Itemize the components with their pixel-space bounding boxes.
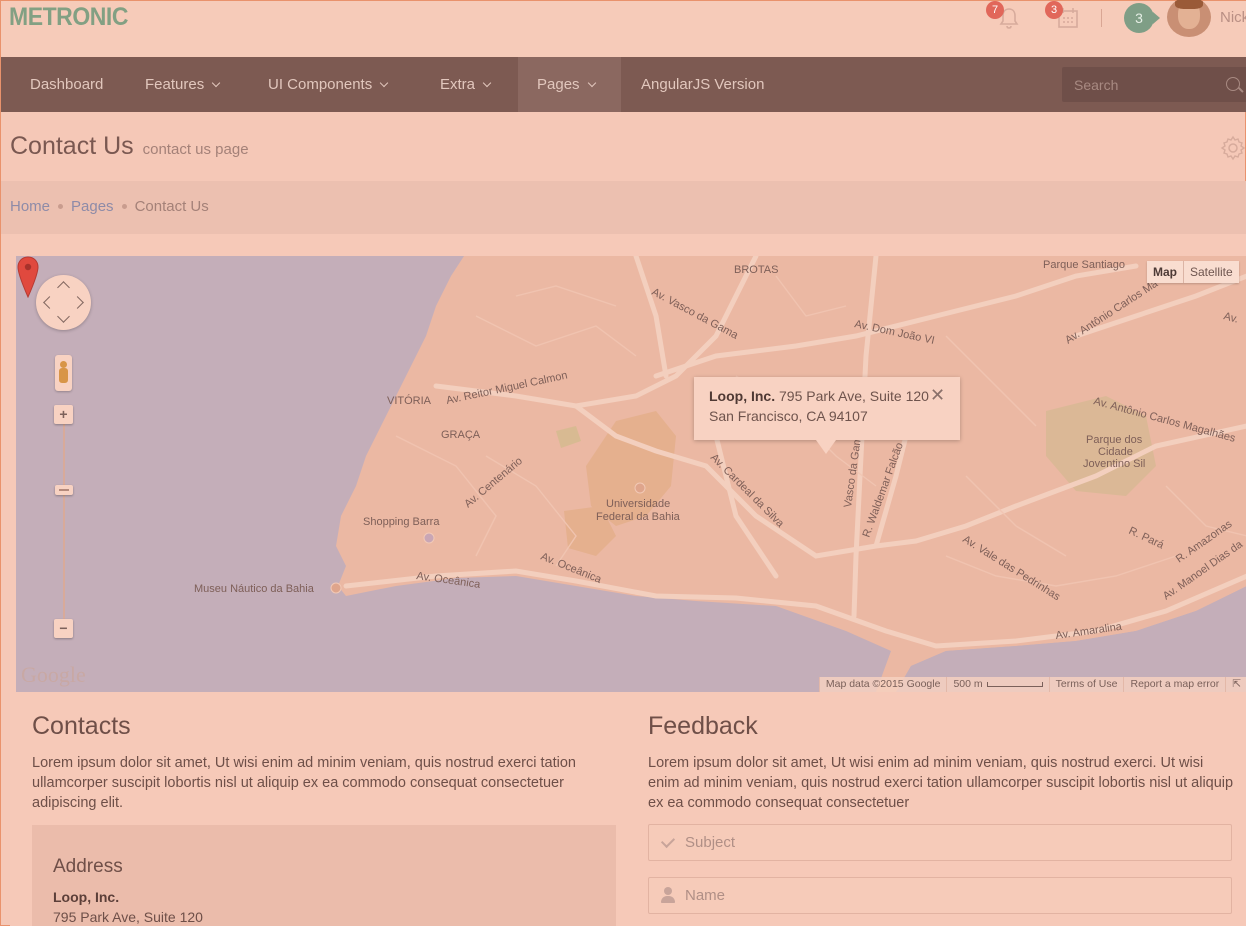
map-label-museu: Museu Náutico da Bahia [194,583,315,595]
zoom-slider-handle[interactable] [55,485,73,495]
map-data-text: Map data ©2015 Google [818,677,947,692]
user-icon [661,887,675,904]
feedback-text: Lorem ipsum dolor sit amet, Ut wisi enim… [648,755,1234,811]
nav-item-extra[interactable]: Extra [440,57,492,112]
search-input[interactable] [1062,67,1212,102]
close-icon[interactable]: ✕ [930,385,945,405]
info-address-line1: 795 Park Ave, Suite 120 [779,388,929,404]
info-company: Loop, Inc. [709,388,776,404]
map-label-parque-santiago: Parque Santiago [1043,259,1125,271]
nav-item-ui-components[interactable]: UI Components [268,57,389,112]
map-label-parque-1: Parque dos [1086,434,1143,446]
map-attribution: Map data ©2015 Google 500 m Terms of Use… [818,677,1246,692]
subject-input[interactable] [685,825,1225,860]
page-title-text: Contact Us [10,132,134,160]
messages-badge[interactable]: 3 [1124,3,1160,33]
map-scale-label: 500 m [953,678,983,690]
map-label-vitoria: VITÓRIA [387,394,432,407]
main-navbar: Dashboard Features UI Components Extra P… [1,57,1246,112]
subject-field-group [648,824,1232,861]
nav-label: AngularJS Version [641,76,765,93]
google-logo: Google [21,662,86,687]
map-label-universidade-1: Universidade [606,498,670,510]
contacts-title: Contacts [32,712,131,740]
breadcrumb-separator [58,204,64,209]
pan-down-icon[interactable] [57,310,70,323]
breadcrumb-pages[interactable]: Pages [71,198,114,215]
breadcrumb: Home Pages Contact Us [10,198,209,215]
map-label-universidade-2: Federal da Bahia [596,511,681,523]
map-label-parque-3: Joventino Sil [1083,458,1145,470]
name-field-group [648,877,1232,914]
nav-label: UI Components [268,76,373,93]
map-label-brotas: BROTAS [734,264,778,276]
avatar-hair [1175,0,1203,9]
calendar-badge: 3 [1045,1,1063,19]
pegman-icon[interactable] [55,355,72,391]
avatar[interactable] [1167,0,1211,37]
address-title: Address [53,856,123,877]
map-marker-icon[interactable] [16,256,40,298]
info-address-line2: San Francisco, CA 94107 [709,408,868,424]
report-error-link[interactable]: Report a map error [1123,677,1225,692]
page-title: Contact Us contact us page [10,132,249,161]
zoom-in-button[interactable]: + [54,405,73,424]
map-canvas: BROTAS Parque Santiago Av. Vasco da Gama… [194,256,1246,692]
pan-control[interactable] [36,275,91,330]
gear-icon[interactable] [1220,135,1246,161]
nav-label: Dashboard [30,76,104,93]
nav-item-angularjs[interactable]: AngularJS Version [641,57,764,112]
google-map[interactable]: BROTAS Parque Santiago Av. Vasco da Gama… [16,256,1246,692]
search-box [1062,67,1246,102]
nav-label: Extra [440,76,476,93]
notifications-badge: 7 [986,1,1004,19]
calendar-button[interactable]: 3 [1045,1,1081,31]
contacts-text: Lorem ipsum dolor sit amet, Ut wisi enim… [32,755,576,811]
nav-label: Pages [537,76,580,93]
address-company: Loop, Inc. [53,889,120,905]
pan-right-icon[interactable] [71,296,84,309]
map-type-satellite-button[interactable]: Satellite [1184,261,1239,283]
chevron-down-icon [587,78,596,88]
chevron-down-icon [379,78,389,88]
search-icon[interactable] [1226,77,1240,91]
feedback-title: Feedback [648,712,758,740]
notifications-button[interactable]: 7 [986,1,1022,31]
zoom-slider-track[interactable] [63,416,65,621]
zoom-out-button[interactable]: − [54,619,73,638]
breadcrumb-current: Contact Us [134,198,209,215]
terms-link[interactable]: Terms of Use [1048,677,1124,692]
map-type-map-button[interactable]: Map [1147,261,1184,283]
nav-item-dashboard[interactable]: Dashboard [30,57,103,112]
nav-item-features[interactable]: Features [145,57,221,112]
header-divider [1101,9,1102,27]
map-label-shopping: Shopping Barra [363,516,440,528]
nav-item-pages[interactable]: Pages [518,57,621,112]
chevron-down-icon [482,78,492,88]
name-input[interactable] [685,878,1225,913]
breadcrumb-separator [121,204,127,209]
pan-up-icon[interactable] [57,281,70,294]
map-label-graca: GRAÇA [441,429,481,441]
fullscreen-icon[interactable]: ⇱ [1225,677,1246,692]
check-icon [660,833,676,849]
top-header: METRONIC 7 3 3 Nick [1,0,1246,57]
chevron-down-icon [211,78,221,88]
breadcrumb-home[interactable]: Home [10,198,50,215]
map-type-control: Map Satellite [1147,261,1239,283]
map-scale: 500 m [946,677,1048,692]
pan-left-icon[interactable] [43,296,56,309]
username[interactable]: Nick [1220,9,1246,26]
logo[interactable]: METRONIC [9,3,128,32]
map-info-window: Loop, Inc. 795 Park Ave, Suite 120 San F… [694,377,960,454]
map-label-parque-2: Cidade [1098,446,1133,458]
address-street: 795 Park Ave, Suite 120 [53,909,203,925]
scale-bar [986,682,1043,687]
nav-label: Features [145,76,205,93]
page-subtitle: contact us page [142,141,249,158]
